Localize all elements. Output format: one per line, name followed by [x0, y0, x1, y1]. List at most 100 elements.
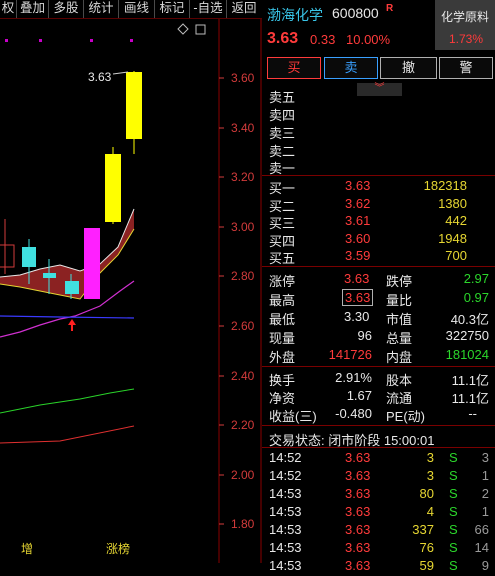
- stat-label: 收益(三): [269, 409, 317, 424]
- tag-limit-up-list[interactable]: 涨榜: [106, 540, 130, 557]
- tick-side: S: [449, 522, 458, 537]
- tick-side: S: [449, 468, 458, 483]
- sell-button[interactable]: 卖: [324, 57, 378, 79]
- eps-value: -0.480: [335, 406, 372, 421]
- buy-level-price: 3.63: [345, 178, 371, 193]
- stat-label: 最低: [269, 312, 296, 327]
- stock-name: 渤海化学: [267, 7, 323, 23]
- sector-name: 化学原料: [441, 10, 490, 24]
- toolbar-item-overlay[interactable]: 叠加: [17, 0, 49, 18]
- diamond-icon: [177, 23, 189, 35]
- tick-row: 14:53 3.63 4 S 1: [262, 504, 495, 522]
- quote-panel: 渤海化学 600800 R 化学原料 1.73% 3.63 0.33 10.00…: [262, 0, 495, 573]
- kline-chart[interactable]: 3.60 3.40 3.20 3.00 2.80 2.60 2.40 2.20 …: [0, 19, 262, 563]
- tick-time: 14:52: [269, 468, 302, 483]
- high-price-label: 3.63: [88, 70, 112, 84]
- cancel-button[interactable]: 撤: [380, 57, 437, 79]
- sell-level-3: 卖三: [269, 126, 296, 141]
- tick-time: 14:53: [269, 558, 302, 573]
- buy-level-vol: 182318: [423, 178, 467, 193]
- tick-time: 14:53: [269, 540, 302, 555]
- price-label: 3.20: [231, 170, 255, 184]
- buy-level-price: 3.60: [345, 231, 371, 246]
- sector-pct: 1.73%: [449, 32, 484, 46]
- stat-label: 换手: [269, 373, 296, 388]
- tick-side: S: [449, 558, 458, 573]
- tick-count: 66: [474, 522, 489, 537]
- buy-level-vol: 1380: [438, 196, 467, 211]
- marker-dots: [5, 39, 133, 42]
- stat-label: 总量: [386, 331, 413, 346]
- buy-level-price: 3.59: [345, 248, 371, 263]
- tick-time: 14:53: [269, 504, 302, 519]
- toolbar-item-watchlist[interactable]: -自选: [190, 0, 227, 18]
- sell-level-4: 卖四: [269, 108, 296, 123]
- toolbar-item-right[interactable]: 权: [0, 0, 17, 18]
- price-label: 2.40: [231, 369, 255, 383]
- chart-toolbar: 权 叠加 多股 统计 画线 标记 -自选 返回: [0, 0, 262, 19]
- stat-label: 股本: [386, 373, 413, 388]
- tick-price: 3.63: [345, 486, 371, 501]
- toolbar-item-back[interactable]: 返回: [227, 0, 261, 18]
- tick-row: 14:53 3.63 59 S 9: [262, 558, 495, 576]
- stock-badge: R: [386, 3, 394, 14]
- tick-volume: 76: [419, 540, 434, 555]
- price-label: 3.00: [231, 220, 255, 234]
- buy-level-price: 3.61: [345, 213, 371, 228]
- stat-label: 现量: [269, 331, 296, 346]
- tick-row: 14:53 3.63 76 S 14: [262, 540, 495, 558]
- price-label: 3.60: [231, 71, 255, 85]
- tick-row: 14:52 3.63 3 S 1: [262, 468, 495, 486]
- price-ticks: [219, 77, 224, 525]
- tick-count: 14: [474, 540, 489, 555]
- limit-up-value: 3.63: [344, 271, 370, 286]
- tick-side: S: [449, 486, 458, 501]
- tick-count: 3: [481, 450, 489, 465]
- tick-time: 14:53: [269, 486, 302, 501]
- tick-side: S: [449, 504, 458, 519]
- candle-7: [126, 71, 142, 154]
- buy-level-label: 买五: [269, 251, 296, 266]
- tick-price: 3.63: [345, 468, 371, 483]
- toolbar-item-multi-stock[interactable]: 多股: [49, 0, 84, 18]
- candle-6: [105, 147, 121, 224]
- tick-price: 3.63: [345, 522, 371, 537]
- alert-button[interactable]: 警: [439, 57, 493, 79]
- tick-volume: 59: [419, 558, 434, 573]
- buy-button[interactable]: 买: [267, 57, 321, 79]
- stat-label: 外盘: [269, 350, 296, 365]
- toolbar-item-mark[interactable]: 标记: [155, 0, 190, 18]
- toolbar-item-statistics[interactable]: 统计: [84, 0, 119, 18]
- stock-code: 600800: [332, 5, 379, 21]
- stat-label: PE(动): [386, 409, 426, 424]
- vol-ratio-value: 0.97: [463, 290, 489, 305]
- ma-line-green: [0, 388, 135, 414]
- stat-label: 净资: [269, 391, 296, 406]
- square-icon: [195, 24, 206, 35]
- tick-row: 14:52 3.63 3 S 3: [262, 450, 495, 468]
- market-cap-value: 40.3亿: [450, 312, 489, 327]
- capital-value: 11.1亿: [451, 373, 489, 388]
- stat-label: 涨停: [269, 274, 296, 289]
- current-price: 3.63: [267, 30, 299, 47]
- price-label: 1.80: [231, 517, 255, 531]
- price-label: 2.00: [231, 468, 255, 482]
- high-pointer: [112, 71, 129, 75]
- collapse-chevron-icon[interactable]: ︾: [357, 83, 402, 96]
- tick-volume: 3: [426, 468, 434, 483]
- tick-count: 2: [481, 486, 489, 501]
- price-label: 3.40: [231, 121, 255, 135]
- tag-increase[interactable]: 增: [21, 540, 33, 557]
- tick-volume: 4: [426, 504, 434, 519]
- float-value: 11.1亿: [451, 391, 489, 406]
- tick-side: S: [449, 540, 458, 555]
- toolbar-item-draw-line[interactable]: 画线: [119, 0, 155, 18]
- outer-volume-value: 141726: [328, 347, 372, 362]
- tick-price: 3.63: [345, 558, 371, 573]
- tick-volume: 337: [412, 522, 434, 537]
- tick-price: 3.63: [345, 450, 371, 465]
- total-volume-value: 322750: [445, 328, 489, 343]
- nav-value: 1.67: [346, 388, 372, 403]
- candle-5: [84, 228, 100, 299]
- sector-box[interactable]: 化学原料 1.73%: [435, 0, 495, 50]
